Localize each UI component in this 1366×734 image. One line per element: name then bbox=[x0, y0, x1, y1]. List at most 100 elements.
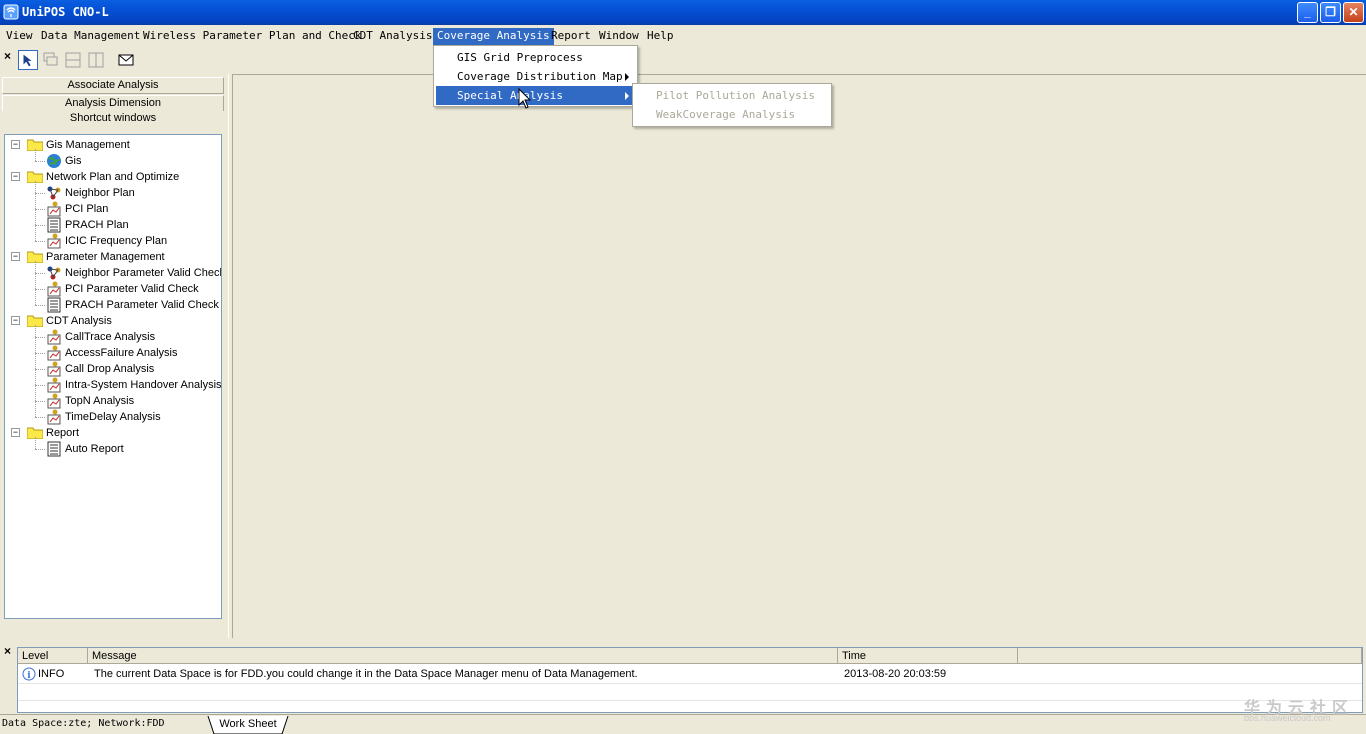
tree-connector bbox=[35, 261, 36, 305]
tree-connector bbox=[35, 289, 45, 290]
column-filler bbox=[1018, 648, 1362, 664]
collapse-toggle-icon[interactable]: − bbox=[11, 172, 20, 181]
tree-item[interactable]: Gis bbox=[65, 153, 82, 169]
network-icon bbox=[47, 186, 61, 200]
menu-view[interactable]: View bbox=[2, 28, 37, 45]
tree-connector bbox=[35, 305, 45, 306]
message-panel: × Level Message Time i INFO The current … bbox=[0, 642, 1366, 714]
tree-item[interactable]: Intra-System Handover Analysis bbox=[65, 377, 221, 393]
menu-special-analysis[interactable]: Special Analysis bbox=[436, 86, 635, 105]
column-level[interactable]: Level bbox=[18, 648, 88, 664]
menu-bar: View Data Management Wireless Parameter … bbox=[0, 26, 1366, 46]
cascade-windows-icon[interactable] bbox=[41, 50, 61, 70]
collapse-toggle-icon[interactable]: − bbox=[11, 140, 20, 149]
shortcut-tree: − Gis Management Gis − Network Plan and Opti… bbox=[4, 134, 222, 619]
plan-icon bbox=[47, 233, 61, 249]
watermark-url: bbs.huaweicloud.com bbox=[1244, 713, 1331, 723]
tree-connector bbox=[35, 337, 45, 338]
menu-help[interactable]: Help bbox=[643, 28, 678, 45]
tree-item[interactable]: Neighbor Plan bbox=[65, 185, 135, 201]
menu-gis-grid-preprocess[interactable]: GIS Grid Preprocess bbox=[436, 48, 635, 67]
menu-wireless-parameter[interactable]: Wireless Parameter Plan and Check bbox=[139, 28, 366, 45]
tree-item[interactable]: Neighbor Parameter Valid Check bbox=[65, 265, 221, 281]
tree-item[interactable]: PRACH Parameter Valid Check bbox=[65, 297, 219, 313]
message-level: INFO bbox=[38, 668, 65, 680]
menu-cdt-analysis[interactable]: CDT Analysis bbox=[349, 28, 436, 45]
app-icon bbox=[3, 4, 19, 20]
data-space-status: Data Space:zte; Network:FDD bbox=[2, 718, 165, 729]
column-time[interactable]: Time bbox=[838, 648, 1018, 664]
menu-report[interactable]: Report bbox=[547, 28, 595, 45]
plan-icon bbox=[47, 345, 61, 361]
submenu-arrow-icon bbox=[625, 92, 629, 100]
tree-connector bbox=[35, 149, 36, 161]
collapse-toggle-icon[interactable]: − bbox=[11, 316, 20, 325]
collapse-toggle-icon[interactable]: − bbox=[11, 428, 20, 437]
menu-pilot-pollution-analysis[interactable]: Pilot Pollution Analysis bbox=[635, 86, 829, 105]
minimize-button[interactable]: _ bbox=[1297, 2, 1318, 23]
menu-weakcoverage-analysis[interactable]: WeakCoverage Analysis bbox=[635, 105, 829, 124]
row-divider bbox=[18, 700, 1362, 701]
tree-folder-0[interactable]: Gis Management bbox=[46, 137, 130, 153]
tree-connector bbox=[35, 449, 45, 450]
globe-icon bbox=[47, 154, 61, 168]
worksheet-tab[interactable]: Work Sheet bbox=[210, 716, 286, 734]
toolbar: × bbox=[0, 47, 1366, 73]
mail-icon[interactable] bbox=[116, 50, 136, 70]
tree-connector bbox=[35, 161, 45, 162]
tree-item[interactable]: PCI Plan bbox=[65, 201, 108, 217]
plan-icon bbox=[47, 393, 61, 409]
svg-text:i: i bbox=[27, 671, 31, 681]
tree-folder-1[interactable]: Network Plan and Optimize bbox=[46, 169, 179, 185]
coverage-analysis-menu: GIS Grid Preprocess Coverage Distributio… bbox=[433, 45, 638, 107]
collapse-toggle-icon[interactable]: − bbox=[11, 252, 20, 261]
menu-data-management[interactable]: Data Management bbox=[37, 28, 144, 45]
menu-item-label: Coverage Distribution Map bbox=[457, 70, 623, 83]
tile-vertical-icon[interactable] bbox=[86, 50, 106, 70]
left-panel: Associate Analysis Analysis Dimension Sh… bbox=[0, 74, 228, 689]
special-analysis-submenu: Pilot Pollution Analysis WeakCoverage An… bbox=[632, 83, 832, 127]
restore-button[interactable]: ❐ bbox=[1320, 2, 1341, 23]
tree-item[interactable]: PCI Parameter Valid Check bbox=[65, 281, 199, 297]
tree-folder-4[interactable]: Report bbox=[46, 425, 79, 441]
tree-item[interactable]: CallTrace Analysis bbox=[65, 329, 155, 345]
column-message[interactable]: Message bbox=[88, 648, 838, 664]
tree-connector bbox=[35, 325, 36, 417]
tree-folder-3[interactable]: CDT Analysis bbox=[46, 313, 112, 329]
tab-shortcut-windows[interactable]: Shortcut windows bbox=[2, 111, 224, 128]
form-icon bbox=[47, 297, 61, 313]
tree-item[interactable]: ICIC Frequency Plan bbox=[65, 233, 167, 249]
tree-item[interactable]: Call Drop Analysis bbox=[65, 361, 154, 377]
title-bar: UniPOS CNO-L _ ❐ ✕ bbox=[0, 0, 1366, 25]
tree-folder-2[interactable]: Parameter Management bbox=[46, 249, 165, 265]
plan-icon bbox=[47, 361, 61, 377]
close-icon: ✕ bbox=[1348, 5, 1359, 19]
message-text: The current Data Space is for FDD.you co… bbox=[94, 668, 638, 680]
tab-associate-analysis[interactable]: Associate Analysis bbox=[2, 77, 224, 94]
row-divider bbox=[18, 683, 1362, 684]
menu-coverage-distribution-map[interactable]: Coverage Distribution Map bbox=[436, 67, 635, 86]
network-icon bbox=[47, 266, 61, 280]
tree-connector bbox=[35, 193, 45, 194]
plan-icon bbox=[47, 201, 61, 217]
close-button[interactable]: ✕ bbox=[1343, 2, 1364, 23]
tree-connector bbox=[35, 385, 45, 386]
tree-connector bbox=[35, 209, 45, 210]
pointer-tool-icon[interactable] bbox=[18, 50, 38, 70]
tile-horizontal-icon[interactable] bbox=[63, 50, 83, 70]
plan-icon bbox=[47, 377, 61, 393]
tree-item[interactable]: TopN Analysis bbox=[65, 393, 134, 409]
tree-connector bbox=[35, 225, 45, 226]
message-panel-close-icon[interactable]: × bbox=[4, 644, 11, 658]
tree-item[interactable]: AccessFailure Analysis bbox=[65, 345, 178, 361]
menu-window[interactable]: Window bbox=[595, 28, 643, 45]
tree-connector bbox=[35, 273, 45, 274]
tree-item[interactable]: Auto Report bbox=[65, 441, 124, 457]
menu-coverage-analysis[interactable]: Coverage Analysis bbox=[433, 28, 554, 45]
tree-item[interactable]: TimeDelay Analysis bbox=[65, 409, 161, 425]
toolbar-close-icon[interactable]: × bbox=[4, 49, 11, 63]
tree-connector bbox=[35, 181, 36, 241]
plan-icon bbox=[47, 329, 61, 345]
tab-analysis-dimension[interactable]: Analysis Dimension bbox=[2, 95, 224, 112]
tree-item[interactable]: PRACH Plan bbox=[65, 217, 129, 233]
